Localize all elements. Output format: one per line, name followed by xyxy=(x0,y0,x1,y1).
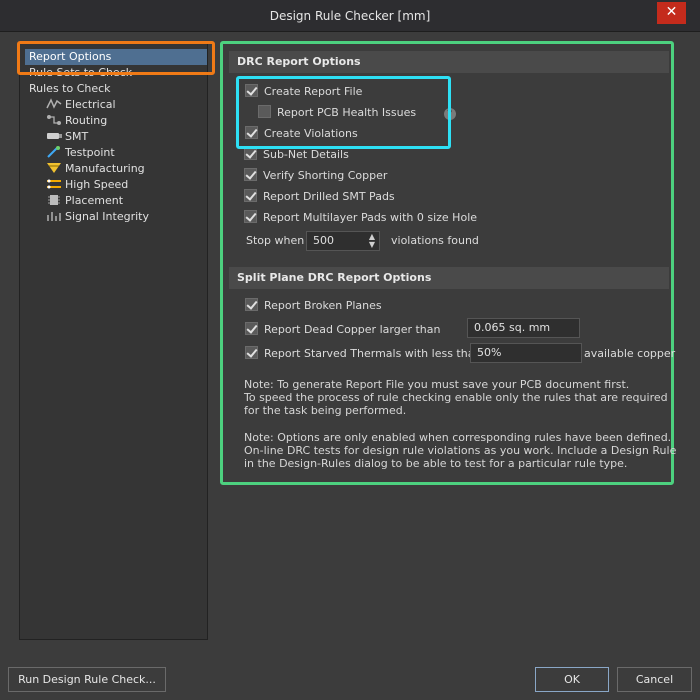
tree-item-manufacturing[interactable]: Manufacturing xyxy=(46,161,145,177)
tree-item-rule-sets[interactable]: Rule Sets to Check xyxy=(29,65,132,81)
stop-when-spinner[interactable]: 500 ▲ ▼ xyxy=(306,231,380,251)
create-report-file-checkbox[interactable]: Create Report File xyxy=(245,83,362,101)
tree-item-smt[interactable]: SMT xyxy=(46,129,88,145)
checkbox[interactable] xyxy=(244,147,257,160)
help-icon[interactable]: ? xyxy=(443,108,456,120)
electrical-icon xyxy=(46,98,62,109)
report-broken-planes-checkbox[interactable]: Report Broken Planes xyxy=(245,297,382,315)
note-line: On-line DRC tests for design rule violat… xyxy=(244,444,677,457)
spinner-arrows-icon[interactable]: ▲ ▼ xyxy=(369,233,375,249)
checkbox[interactable] xyxy=(245,126,258,139)
placement-icon xyxy=(48,195,60,205)
routing-icon xyxy=(47,115,61,125)
testpoint-icon xyxy=(47,146,60,158)
tree-item-label: Electrical xyxy=(65,98,116,111)
tree-item-label: Signal Integrity xyxy=(65,210,149,223)
checkbox-label: Report Broken Planes xyxy=(264,299,382,312)
tree-item-high-speed[interactable]: High Speed xyxy=(46,177,128,193)
manufacturing-icon xyxy=(47,163,61,173)
title-bar: Design Rule Checker [mm] ✕ xyxy=(0,0,700,32)
checkbox[interactable] xyxy=(244,168,257,181)
dialog-body: Report Options Rule Sets to Check Rules … xyxy=(0,32,700,700)
tree-item-testpoint[interactable]: Testpoint xyxy=(46,145,115,161)
checkbox-label: Sub-Net Details xyxy=(263,148,349,161)
checkbox-label: Report Dead Copper larger than xyxy=(264,323,441,336)
note-line: in the Design-Rules dialog to be able to… xyxy=(244,457,628,470)
high-speed-icon xyxy=(47,179,61,189)
violations-found-label: violations found xyxy=(391,234,479,247)
note-report-file: Note: To generate Report File you must s… xyxy=(244,378,668,417)
tree-item-label: High Speed xyxy=(65,178,129,191)
starved-thermals-input[interactable]: 50% xyxy=(470,343,582,363)
tree-item-rules-to-check[interactable]: Rules to Check xyxy=(29,81,111,97)
report-drilled-smt-pads-checkbox[interactable]: Report Drilled SMT Pads xyxy=(244,188,395,206)
note-options-enabled: Note: Options are only enabled when corr… xyxy=(244,431,676,470)
options-tree: Report Options Rule Sets to Check Rules … xyxy=(19,41,208,640)
tree-item-label: Rule Sets to Check xyxy=(29,66,133,79)
tree-item-label: Routing xyxy=(65,114,108,127)
note-line: for the task being performed. xyxy=(244,404,407,417)
report-multilayer-pads-checkbox[interactable]: Report Multilayer Pads with 0 size Hole xyxy=(244,209,477,227)
tree-item-signal-integrity[interactable]: Signal Integrity xyxy=(46,209,149,225)
close-button[interactable]: ✕ xyxy=(657,2,686,24)
available-copper-label: available copper xyxy=(584,347,676,360)
run-design-rule-check-button[interactable]: Run Design Rule Check... xyxy=(8,667,166,692)
drc-report-options-header: DRC Report Options xyxy=(229,51,669,73)
checkbox-label: Report PCB Health Issues xyxy=(277,106,417,119)
note-line: To speed the process of rule checking en… xyxy=(244,391,668,404)
stop-when-value: 500 xyxy=(313,234,334,247)
tree-item-label: Testpoint xyxy=(65,146,115,159)
tree-item-routing[interactable]: Routing xyxy=(46,113,107,129)
tree-item-report-options[interactable]: Report Options xyxy=(25,49,207,65)
checkbox-label: Create Violations xyxy=(264,127,358,140)
report-pcb-health-issues-checkbox[interactable]: Report PCB Health Issues ? xyxy=(258,104,456,122)
checkbox-label: Report Multilayer Pads with 0 size Hole xyxy=(263,211,478,224)
report-dead-copper-checkbox[interactable]: Report Dead Copper larger than xyxy=(245,321,440,339)
tree-item-label: SMT xyxy=(65,130,89,143)
cancel-button[interactable]: Cancel xyxy=(617,667,692,692)
report-starved-thermals-checkbox[interactable]: Report Starved Thermals with less than xyxy=(245,345,481,363)
checkbox[interactable] xyxy=(245,84,258,97)
signal-integrity-icon xyxy=(47,212,61,221)
tree-item-label: Manufacturing xyxy=(65,162,145,175)
checkbox[interactable] xyxy=(245,322,258,335)
checkbox[interactable] xyxy=(245,346,258,359)
note-line: Note: Options are only enabled when corr… xyxy=(244,431,672,444)
sub-net-details-checkbox[interactable]: Sub-Net Details xyxy=(244,146,349,164)
stop-when-label: Stop when xyxy=(246,234,305,247)
verify-shorting-copper-checkbox[interactable]: Verify Shorting Copper xyxy=(244,167,387,185)
checkbox-label: Verify Shorting Copper xyxy=(263,169,388,182)
dead-copper-input[interactable]: 0.065 sq. mm xyxy=(467,318,580,338)
tree-item-label: Rules to Check xyxy=(29,82,111,95)
checkbox[interactable] xyxy=(258,105,271,118)
tree-item-label: Placement xyxy=(65,194,124,207)
tree-item-placement[interactable]: Placement xyxy=(46,193,123,209)
checkbox[interactable] xyxy=(244,189,257,202)
note-line: Note: To generate Report File you must s… xyxy=(244,378,630,391)
checkbox-label: Report Starved Thermals with less than xyxy=(264,347,482,360)
checkbox-label: Report Drilled SMT Pads xyxy=(263,190,395,203)
tree-item-electrical[interactable]: Electrical xyxy=(46,97,116,113)
create-violations-checkbox[interactable]: Create Violations xyxy=(245,125,358,143)
smt-icon xyxy=(47,133,62,139)
split-plane-options-header: Split Plane DRC Report Options xyxy=(229,267,669,289)
checkbox-label: Create Report File xyxy=(264,85,363,98)
checkbox[interactable] xyxy=(245,298,258,311)
checkbox[interactable] xyxy=(244,210,257,223)
ok-button[interactable]: OK xyxy=(535,667,609,692)
tree-item-label: Report Options xyxy=(29,50,112,63)
window-title: Design Rule Checker [mm] xyxy=(269,9,431,23)
